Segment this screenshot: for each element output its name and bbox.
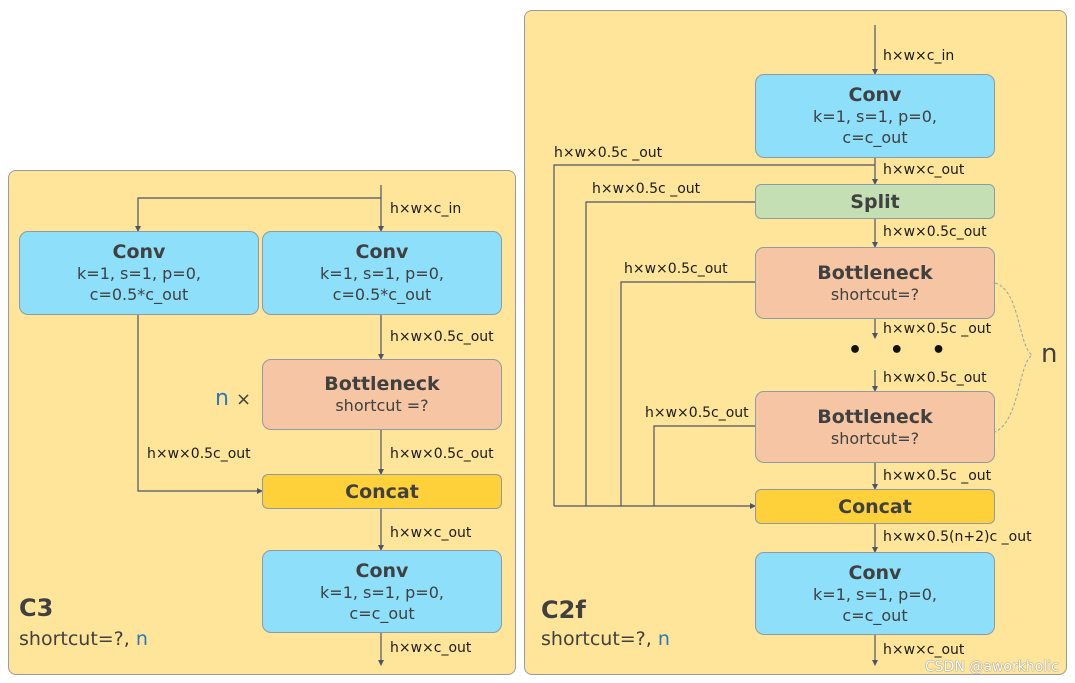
c3-concat: Concat [262, 474, 502, 509]
c2f-after-b1-label: h×w×0.5c _out [883, 321, 992, 337]
subtitle-n: n [657, 628, 670, 650]
c2f-conv-in: Conv k=1, s=1, p=0, c=c_out [755, 74, 995, 158]
c3-conv-out: Conv k=1, s=1, p=0, c=c_out [262, 550, 502, 633]
c2f-skip3-wire [620, 281, 755, 506]
c2f-before-bn-label: h×w×0.5c_out [883, 370, 987, 386]
concat-title: Concat [838, 495, 912, 518]
bottleneck-params: shortcut =? [335, 396, 429, 415]
bottleneck-title: Bottleneck [817, 261, 933, 284]
conv-params: k=1, s=1, p=0, c=c_out [813, 107, 937, 147]
c3-bottleneck: Bottleneck shortcut =? [262, 359, 502, 430]
c2f-block-name: C2f [541, 596, 586, 624]
c3-repeat-indicator: n × [215, 386, 251, 411]
subtitle-shortcut: shortcut=?, [19, 628, 136, 650]
c2f-bottleneck-n: Bottleneck shortcut=? [755, 391, 995, 463]
conv-params: k=1, s=1, p=0, c=0.5*c_out [77, 264, 201, 304]
subtitle-n: n [135, 628, 148, 650]
c2f-repeat-n: n [1041, 339, 1058, 369]
c2f-skip1-label: h×w×0.5c _out [554, 145, 663, 161]
conv-title: Conv [355, 559, 409, 582]
c2f-split: Split [755, 184, 995, 219]
c2f-skip4-label: h×w×0.5c_out [645, 405, 749, 421]
c3-split-to-left-conv [135, 197, 381, 232]
c2f-input-label: h×w×c_in [883, 48, 955, 64]
conv-params: k=1, s=1, p=0, c=c_out [813, 584, 937, 625]
c2f-output-label: h×w×c_out [883, 642, 965, 658]
conv-title: Conv [848, 561, 902, 584]
c3-block-subtitle: shortcut=?, n [19, 628, 148, 650]
conv-params: k=1, s=1, p=0, c=c_out [320, 582, 444, 623]
conv-title: Conv [355, 241, 409, 263]
c2f-skip4-wire [653, 425, 755, 506]
c3-block-name: C3 [19, 594, 54, 622]
bottleneck-title: Bottleneck [324, 373, 440, 395]
c3-conv-left: Conv k=1, s=1, p=0, c=0.5*c_out [19, 231, 259, 315]
c3-after-concat-label: h×w×c_out [390, 525, 472, 541]
repeat-brace [994, 282, 1033, 433]
concat-title: Concat [345, 480, 419, 503]
conv-title: Conv [848, 84, 902, 106]
bottleneck-params: shortcut=? [830, 428, 920, 448]
bottleneck-title: Bottleneck [817, 405, 933, 428]
c2f-conv-out: Conv k=1, s=1, p=0, c=c_out [755, 552, 995, 635]
c3-after-bottleneck-label: h×w×0.5c_out [390, 446, 494, 462]
c2f-skip2-label: h×w×0.5c _out [592, 181, 701, 197]
c2f-skip2-wire [585, 201, 755, 506]
c2f-concat: Concat [755, 489, 995, 524]
c2f-bottleneck-1: Bottleneck shortcut=? [755, 247, 995, 319]
c2f-after-conv-label: h×w×c_out [883, 162, 965, 178]
c2f-after-concat-label: h×w×0.5(n+2)c _out [883, 529, 1032, 545]
c2f-after-split-label: h×w×0.5c_out [883, 224, 987, 240]
conv-title: Conv [112, 241, 166, 263]
c2f-block-subtitle: shortcut=?, n [541, 628, 670, 650]
c2f-after-bn-label: h×w×0.5c _out [883, 468, 992, 484]
ellipsis: • • • [848, 338, 956, 363]
c3-input-label: h×w×c_in [390, 201, 462, 217]
subtitle-shortcut: shortcut=?, [541, 628, 658, 650]
c3-left-branch-label: h×w×0.5c_out [147, 446, 251, 462]
c3-conv-right: Conv k=1, s=1, p=0, c=0.5*c_out [262, 231, 502, 315]
c3-output-label: h×w×c_out [390, 640, 472, 656]
bottleneck-params: shortcut=? [830, 284, 920, 304]
c2f-skip3-label: h×w×0.5c_out [624, 261, 728, 277]
c3-after-conv-label: h×w×0.5c_out [390, 329, 494, 345]
repeat-n: n [215, 386, 229, 411]
conv-params: k=1, s=1, p=0, c=0.5*c_out [320, 264, 444, 304]
watermark: CSDN @aworkholic [925, 659, 1059, 675]
repeat-times: × [235, 389, 252, 410]
split-title: Split [850, 190, 900, 213]
